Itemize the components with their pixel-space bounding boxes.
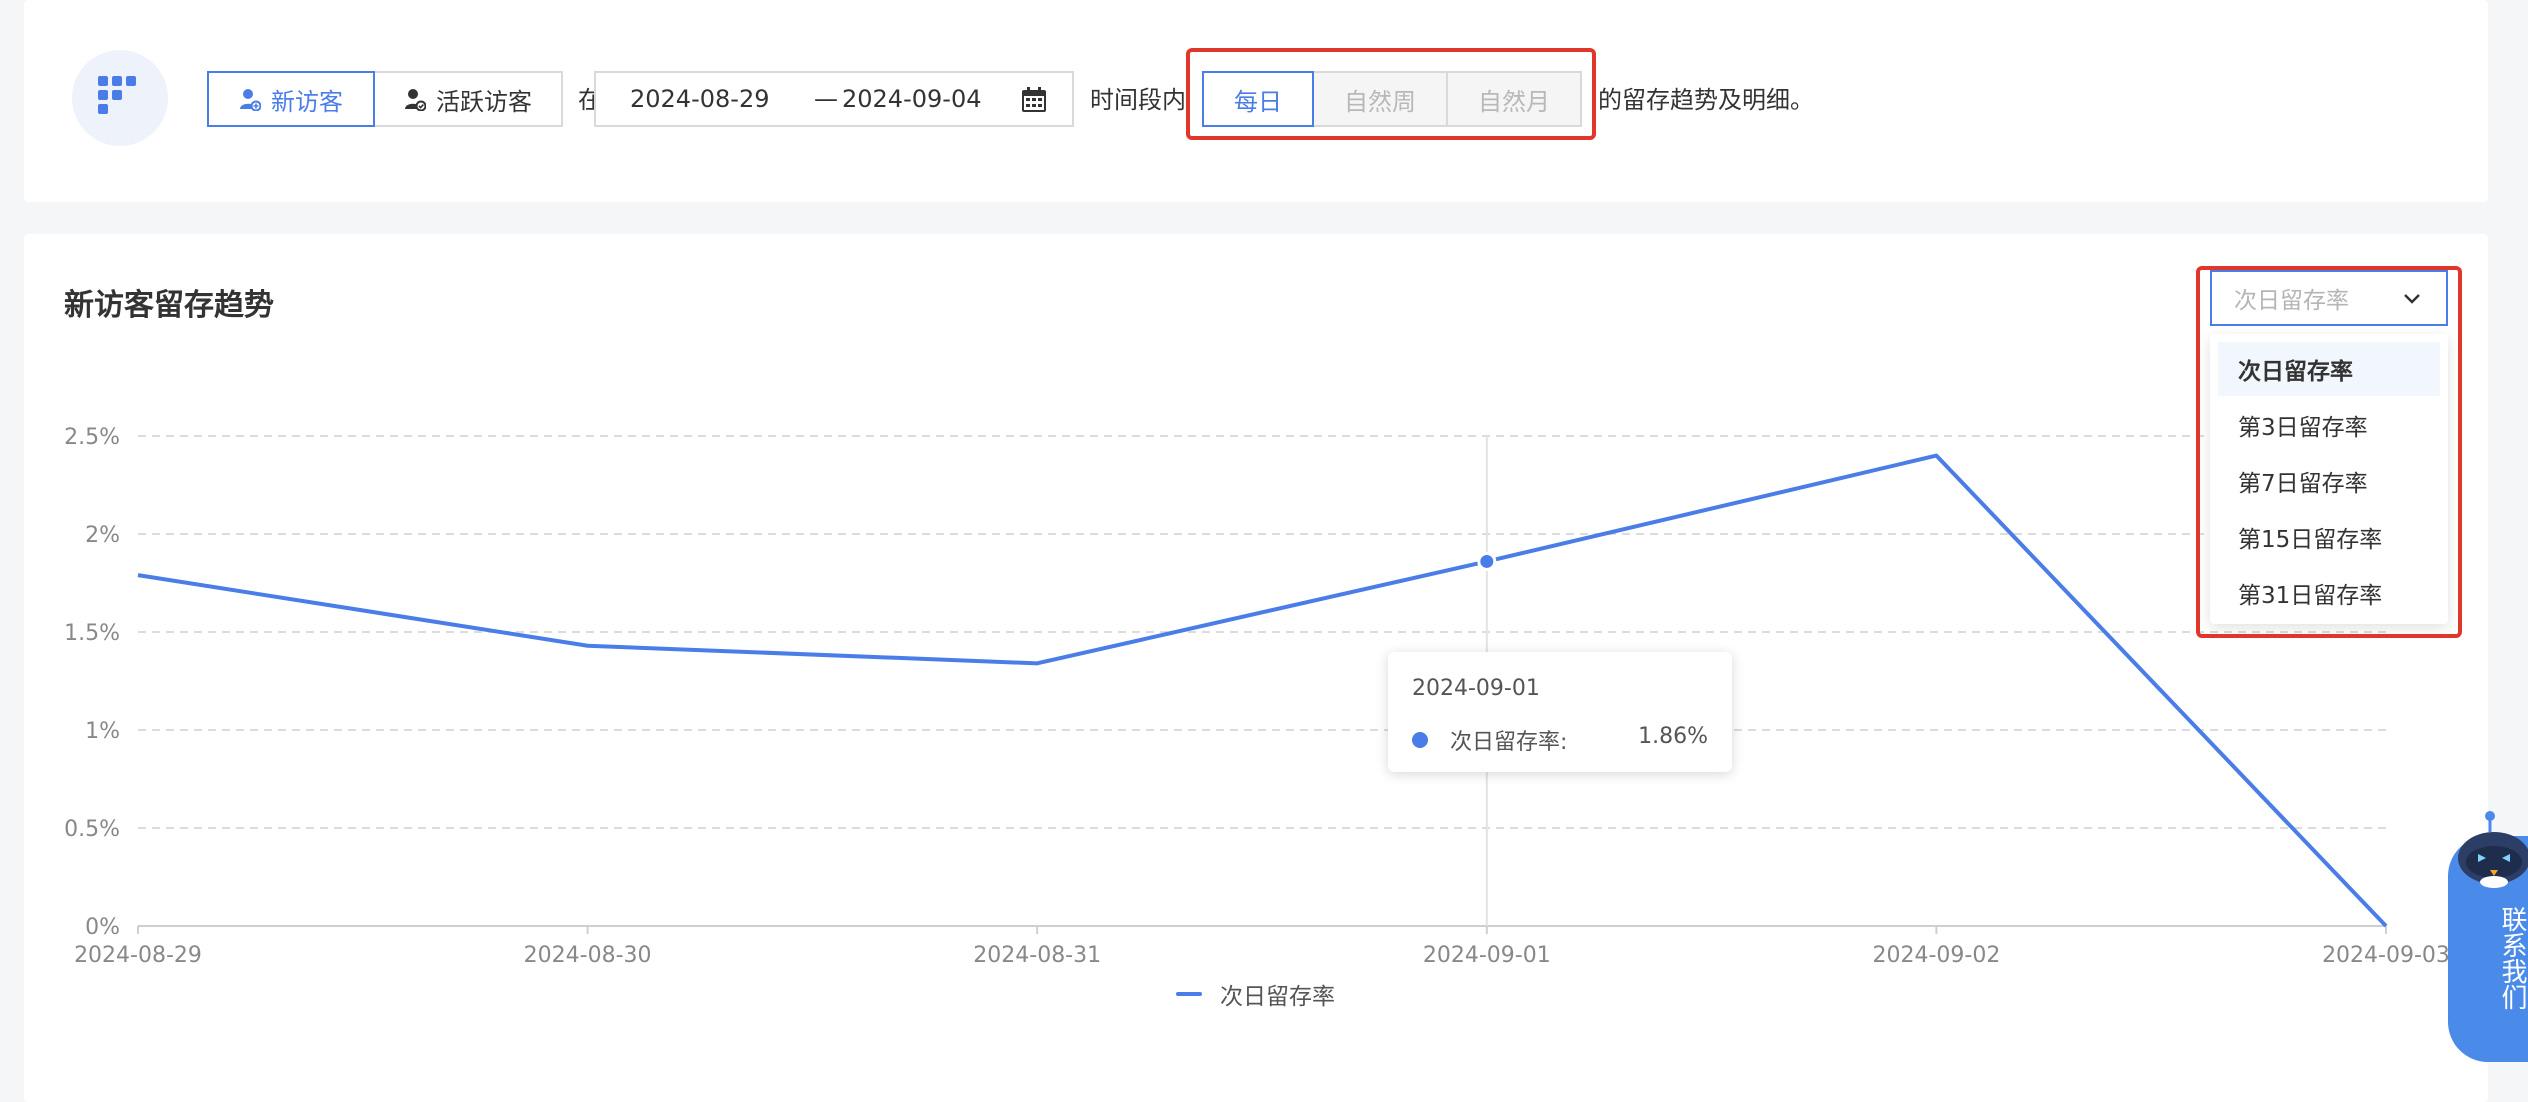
granularity-daily-label: 每日	[1234, 87, 1282, 116]
contact-us-widget[interactable]: 联系我们	[2448, 811, 2528, 1062]
metric-select-value: 次日留存率	[2234, 288, 2349, 314]
data-point	[1477, 551, 1497, 571]
chart-tooltip: 2024-09-01 次日留存率: 1.86%	[1388, 652, 1732, 772]
y-tick-label: 2.5%	[64, 425, 120, 450]
tooltip-date: 2024-09-01	[1412, 676, 1540, 701]
metric-option[interactable]: 第31日留存率	[2218, 566, 2440, 620]
x-tick-label: 2024-09-02	[1872, 943, 2000, 968]
user-add-icon	[240, 89, 261, 111]
x-tick-label: 2024-08-30	[524, 943, 652, 968]
contact-us-label: 联系我们	[2497, 906, 2527, 1010]
x-tick-label: 2024-08-31	[973, 943, 1101, 968]
metric-dropdown: 次日留存率 第3日留存率 第7日留存率 第15日留存率 第31日留存率	[2210, 334, 2448, 624]
metric-option[interactable]: 第15日留存率	[2218, 510, 2440, 564]
chart-legend[interactable]: 次日留存率	[1176, 976, 1335, 1012]
legend-series-label: 次日留存率	[1220, 984, 1335, 1010]
y-tick-label: 1.5%	[64, 621, 120, 646]
retention-line-chart: 0% 0.5% 1% 1.5% 2% 2.5% 2024-08-29 2024-08-30 20…	[64, 425, 2450, 968]
chevron-down-icon	[2404, 294, 2420, 304]
new-visitor-button[interactable]: 新访客	[207, 71, 375, 127]
x-tick-label: 2024-09-01	[1423, 943, 1551, 968]
tooltip-value: 1.86%	[1638, 724, 1708, 749]
y-tick-label: 0.5%	[64, 817, 120, 842]
tooltip-series-dot	[1412, 732, 1428, 748]
x-tick-label: 2024-08-29	[74, 943, 202, 968]
tooltip-series-name: 次日留存率:	[1450, 730, 1568, 755]
legend-line-marker	[1176, 992, 1202, 996]
granularity-daily-button[interactable]: 每日	[1202, 71, 1314, 127]
metric-select[interactable]: 次日留存率	[2210, 270, 2448, 326]
metric-option[interactable]: 第7日留存率	[2218, 454, 2440, 508]
metric-option[interactable]: 第3日留存率	[2218, 398, 2440, 452]
y-tick-label: 2%	[85, 523, 120, 548]
y-tick-label: 1%	[85, 719, 120, 744]
metric-option[interactable]: 次日留存率	[2218, 342, 2440, 396]
new-visitor-label: 新访客	[271, 87, 343, 116]
series-line	[137, 453, 2388, 928]
y-tick-label: 0%	[85, 915, 120, 940]
x-tick-label: 2024-09-03	[2322, 943, 2450, 968]
robot-avatar-icon	[2458, 811, 2528, 888]
